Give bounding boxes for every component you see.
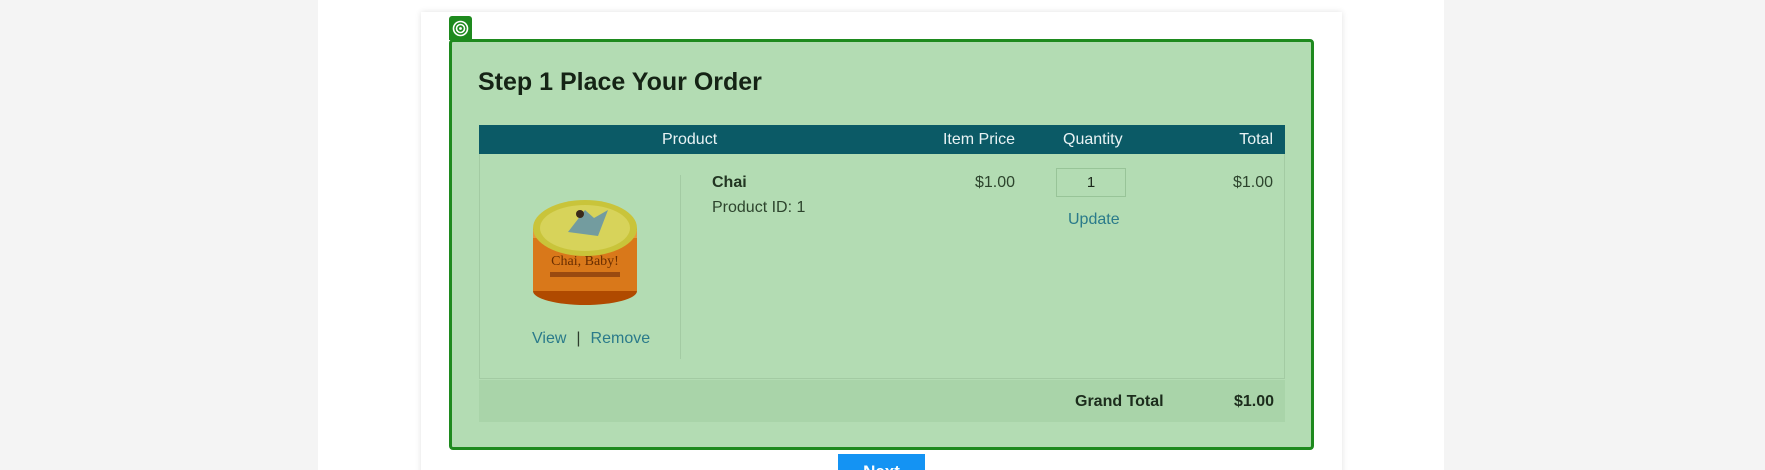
product-id: Product ID: 1	[712, 199, 806, 216]
column-divider	[680, 175, 681, 359]
view-link[interactable]: View	[532, 330, 566, 347]
header-total: Total	[1239, 131, 1273, 148]
item-price: $1.00	[974, 174, 1015, 191]
header-product: Product	[662, 131, 718, 148]
quantity-input[interactable]	[1056, 168, 1126, 197]
update-link[interactable]: Update	[1068, 211, 1120, 229]
target-icon	[449, 16, 472, 40]
grand-total-value: $1.00	[1233, 393, 1274, 410]
product-name: Chai	[712, 174, 747, 191]
next-button[interactable]: Next	[838, 454, 925, 470]
step-title: Step 1 Place Your Order	[478, 68, 762, 96]
link-separator: |	[576, 330, 581, 347]
table-header: Product Item Price Quantity Total	[479, 125, 1285, 154]
table-footer: Grand Total $1.00	[479, 380, 1285, 422]
product-image-label: Chai, Baby!	[551, 254, 619, 269]
product-image[interactable]: Chai, Baby!	[528, 190, 642, 310]
product-links: View | Remove	[532, 330, 650, 348]
header-item-price: Item Price	[942, 131, 1015, 148]
row-total: $1.00	[1232, 174, 1273, 191]
header-quantity: Quantity	[1063, 131, 1123, 148]
order-table: Product Item Price Quantity Total Chai, …	[479, 125, 1285, 422]
table-row: Chai, Baby! View | Remove Chai Product ID:…	[479, 154, 1285, 379]
grand-total-label: Grand Total	[1075, 393, 1164, 410]
remove-link[interactable]: Remove	[591, 330, 651, 347]
